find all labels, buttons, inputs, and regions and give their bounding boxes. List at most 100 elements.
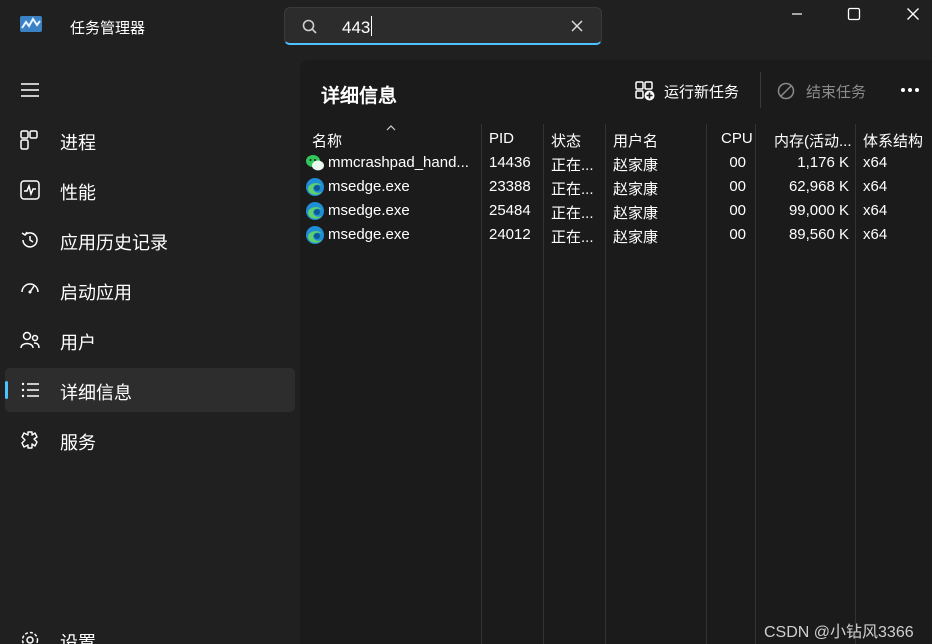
process-status: 正在... — [551, 229, 594, 246]
process-cpu: 00 — [729, 202, 746, 219]
sidebar-item-settings[interactable]: 设置 — [5, 618, 295, 644]
process-cpu: 00 — [729, 154, 746, 171]
close-window-icon — [907, 8, 919, 20]
column-header-pid[interactable]: PID — [489, 130, 514, 147]
sidebar-item-label: 详细信息 — [60, 383, 132, 403]
startup-icon — [21, 283, 39, 294]
process-status: 正在... — [551, 157, 594, 174]
minimize-icon — [792, 13, 802, 15]
details-table: 名称 PID 状态 用户名 CPU 内存(活动... 体系结构 mmcrashp… — [300, 124, 932, 644]
column-header-cpu[interactable]: CPU — [721, 130, 753, 147]
table-header: 名称 PID 状态 用户名 CPU 内存(活动... 体系结构 — [300, 124, 932, 150]
maximize-icon — [847, 7, 861, 21]
hamburger-menu-icon[interactable] — [20, 82, 40, 98]
maximize-button[interactable] — [831, 0, 877, 28]
sidebar-item-startup-apps[interactable]: 启动应用 — [5, 268, 295, 312]
task-manager-logo-icon — [20, 16, 42, 32]
column-header-memory[interactable]: 内存(活动... — [774, 130, 852, 151]
title-bar: 任务管理器 443 — [0, 0, 932, 56]
sidebar-item-label: 设置 — [60, 633, 96, 644]
process-memory: 1,176 K — [797, 154, 849, 171]
sidebar-item-label: 应用历史记录 — [60, 233, 168, 253]
processes-icon — [20, 130, 38, 150]
more-icon — [908, 88, 912, 92]
end-task-label: 结束任务 — [806, 83, 867, 101]
active-indicator — [5, 381, 8, 399]
table-row[interactable]: msedge.exe 23388 正在... 赵家康 00 62,968 K x… — [300, 175, 932, 199]
process-user: 赵家康 — [613, 181, 659, 198]
table-row[interactable]: mmcrashpad_hand... 14436 正在... 赵家康 00 1,… — [300, 151, 932, 175]
run-new-task-button[interactable]: 运行新任务 — [634, 78, 739, 104]
toolbar-divider — [760, 72, 761, 108]
process-pid: 14436 — [489, 154, 531, 171]
minimize-button[interactable] — [774, 0, 820, 28]
sidebar-item-label: 用户 — [60, 333, 96, 353]
app-title: 任务管理器 — [70, 20, 146, 37]
more-options-button[interactable] — [896, 78, 924, 102]
process-memory: 99,000 K — [788, 202, 849, 219]
process-arch: x64 — [863, 226, 888, 243]
process-status: 正在... — [551, 181, 594, 198]
gear-icon — [21, 631, 39, 644]
process-user: 赵家康 — [613, 157, 659, 174]
wechat-icon — [306, 155, 324, 171]
sidebar-item-users[interactable]: 用户 — [5, 318, 295, 362]
edge-icon — [306, 226, 324, 244]
process-pid: 25484 — [489, 202, 531, 219]
column-header-status[interactable]: 状态 — [551, 130, 581, 151]
process-arch: x64 — [863, 154, 888, 171]
end-task-button[interactable]: 结束任务 — [776, 78, 866, 104]
process-name: msedge.exe — [328, 202, 410, 219]
process-status: 正在... — [551, 205, 594, 222]
process-name: msedge.exe — [328, 178, 410, 195]
more-icon — [901, 88, 905, 92]
process-arch: x64 — [863, 202, 888, 219]
watermark: CSDN @小钻风3366 — [764, 624, 914, 641]
sidebar: 进程 性能 应用历史记录 启动应用 用户 详细信息 服务 设置 — [0, 56, 300, 644]
table-row[interactable]: msedge.exe 25484 正在... 赵家康 00 99,000 K x… — [300, 199, 932, 223]
details-icon — [21, 382, 39, 398]
process-user: 赵家康 — [613, 229, 659, 246]
process-pid: 24012 — [489, 226, 531, 243]
sidebar-item-label: 服务 — [60, 433, 96, 453]
process-pid: 23388 — [489, 178, 531, 195]
table-row[interactable]: msedge.exe 24012 正在... 赵家康 00 89,560 K x… — [300, 223, 932, 247]
performance-icon — [20, 180, 40, 200]
sidebar-item-performance[interactable]: 性能 — [5, 168, 295, 212]
process-memory: 62,968 K — [788, 178, 849, 195]
process-cpu: 00 — [729, 226, 746, 243]
close-button[interactable] — [890, 0, 932, 28]
run-task-label: 运行新任务 — [664, 83, 740, 101]
sidebar-item-details[interactable]: 详细信息 — [5, 368, 295, 412]
sidebar-item-label: 进程 — [60, 133, 96, 153]
column-header-architecture[interactable]: 体系结构 — [863, 130, 923, 151]
sidebar-item-label: 启动应用 — [60, 283, 132, 303]
column-header-name[interactable]: 名称 — [312, 130, 342, 151]
close-icon[interactable] — [568, 17, 586, 35]
sidebar-item-app-history[interactable]: 应用历史记录 — [5, 218, 295, 262]
process-name: msedge.exe — [328, 226, 410, 243]
users-icon — [20, 331, 40, 349]
edge-icon — [306, 178, 324, 196]
process-user: 赵家康 — [613, 205, 659, 222]
process-memory: 89,560 K — [788, 226, 849, 243]
sort-ascending-icon — [386, 125, 396, 131]
edge-icon — [306, 202, 324, 220]
column-header-username[interactable]: 用户名 — [613, 130, 658, 151]
page-title: 详细信息 — [321, 86, 398, 107]
sidebar-item-label: 性能 — [60, 183, 96, 203]
history-icon — [21, 231, 38, 248]
search-input[interactable]: 443 — [342, 16, 373, 38]
process-arch: x64 — [863, 178, 888, 195]
sidebar-item-processes[interactable]: 进程 — [5, 118, 295, 162]
run-task-icon — [635, 81, 655, 101]
process-cpu: 00 — [729, 178, 746, 195]
search-icon — [302, 19, 317, 34]
end-task-icon — [777, 82, 795, 100]
details-panel: 详细信息 运行新任务 结束任务 名称 PID 状态 用户名 CPU 内存(活动.… — [300, 60, 932, 644]
more-icon — [915, 88, 919, 92]
search-box[interactable]: 443 — [284, 7, 602, 45]
services-icon — [21, 431, 38, 449]
sidebar-item-services[interactable]: 服务 — [5, 418, 295, 462]
process-name: mmcrashpad_hand... — [328, 154, 469, 171]
